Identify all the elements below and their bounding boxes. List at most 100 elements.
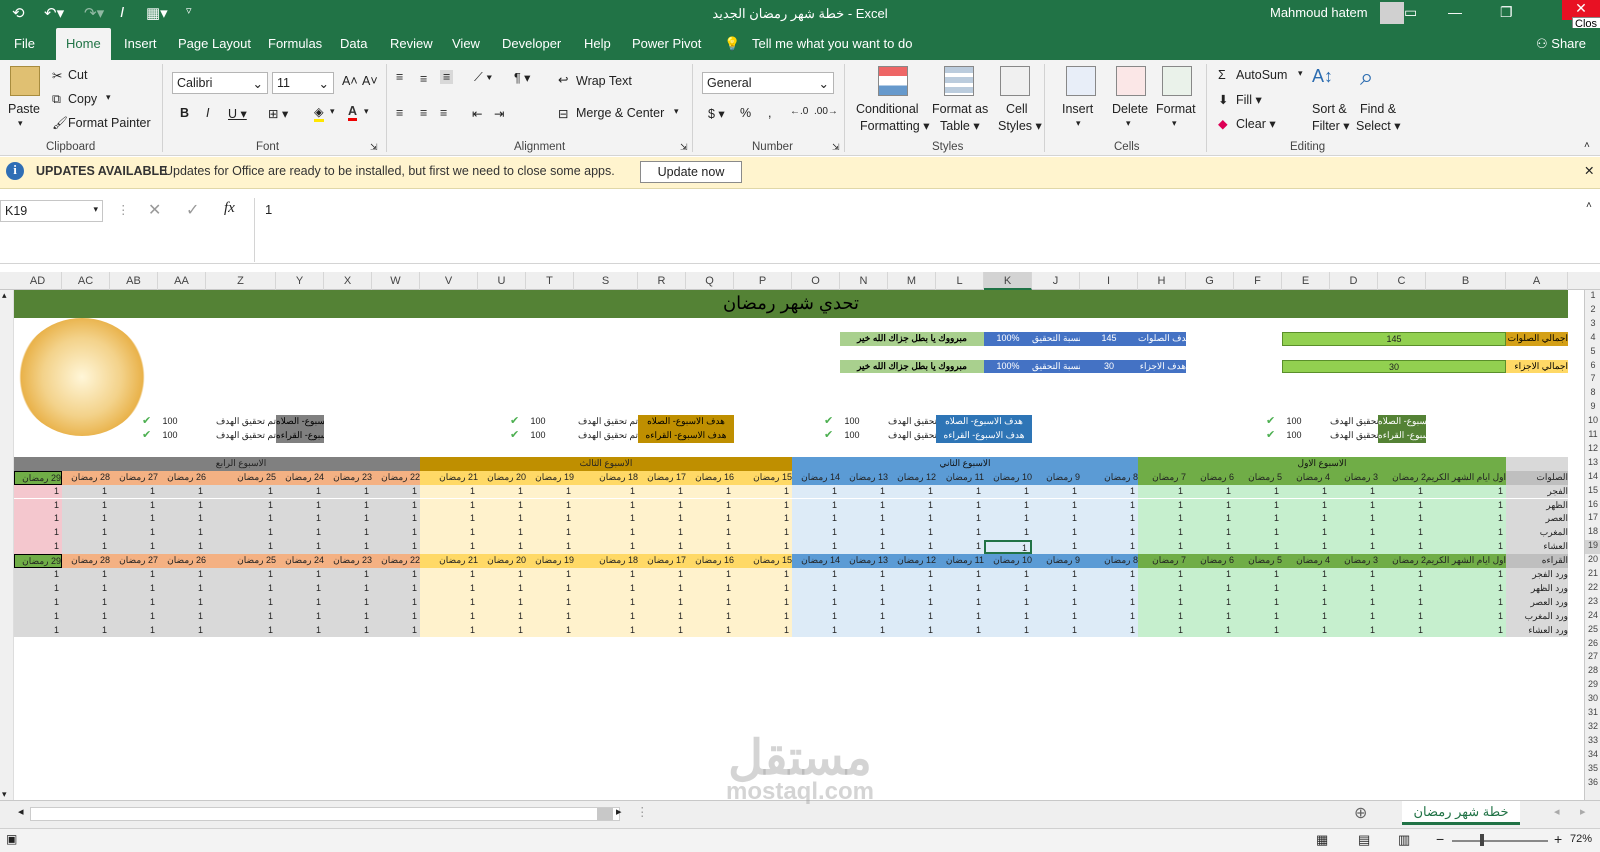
tracker-cell[interactable]: 1	[420, 623, 478, 638]
tracker-cell[interactable]: 1	[734, 568, 792, 582]
achieved-value[interactable]: 100	[526, 415, 550, 429]
merge-center-button[interactable]: Merge & Center	[576, 106, 664, 120]
tracker-cell[interactable]: 1	[638, 623, 686, 638]
worksheet-grid[interactable]: تحدي شهر رمضان اجمالي الصلوات 145 اجمالي ال…	[14, 290, 1584, 800]
tracker-cell[interactable]: 1	[1234, 568, 1282, 582]
day-header[interactable]: 18 رمضان	[574, 554, 638, 568]
tracker-cell[interactable]: 1	[686, 581, 734, 596]
tracker-cell[interactable]: 1	[372, 568, 420, 582]
tracker-cell[interactable]: 1	[1138, 540, 1186, 555]
increase-decimal-icon[interactable]: ←.0	[790, 106, 808, 117]
achieved-value[interactable]: 100	[840, 415, 864, 429]
tracker-cell[interactable]: 1	[206, 609, 276, 624]
tracker-cell[interactable]: 1	[14, 623, 62, 638]
column-header-v[interactable]: V	[420, 272, 478, 290]
insert-dropdown-icon[interactable]: ▾	[1076, 118, 1081, 129]
tracker-cell[interactable]: 1	[526, 595, 574, 610]
scroll-left-icon[interactable]: ◂	[18, 805, 24, 818]
tracker-cell[interactable]: 1	[840, 512, 888, 527]
column-header-a[interactable]: A	[1506, 272, 1568, 290]
section-header[interactable]: القراءه	[1506, 554, 1568, 568]
tracker-cell[interactable]: 1	[686, 498, 734, 513]
update-now-button[interactable]: Update now	[640, 161, 742, 183]
tracker-cell[interactable]: 1	[62, 540, 110, 555]
tracker-cell[interactable]: 1	[1234, 581, 1282, 596]
copy-button[interactable]: Copy	[68, 92, 97, 106]
column-header-x[interactable]: X	[324, 272, 372, 290]
tracker-cell[interactable]: 1	[1032, 568, 1080, 582]
column-header-g[interactable]: G	[1186, 272, 1234, 290]
row-header-16[interactable]: 16	[1585, 499, 1600, 513]
share-button[interactable]: ⚇ Share	[1536, 36, 1586, 52]
tracker-cell[interactable]: 1	[1282, 581, 1330, 596]
zoom-out-icon[interactable]: −	[1436, 831, 1444, 847]
tracker-cell[interactable]: 1	[1426, 581, 1506, 596]
tracker-cell[interactable]: 1	[1032, 609, 1080, 624]
format-as-table-label1[interactable]: Format as	[932, 102, 988, 116]
achieved-label[interactable]: تم تحقيق الهدف	[574, 429, 638, 443]
tabs-splitter-icon[interactable]: ⋮	[636, 804, 649, 819]
tracker-cell[interactable]: 1	[14, 568, 62, 582]
active-cell[interactable]: 1	[984, 540, 1032, 555]
tracker-cell[interactable]: 1	[276, 512, 324, 527]
tracker-cell[interactable]: 1	[1186, 609, 1234, 624]
column-header-ad[interactable]: AD	[14, 272, 62, 290]
tracker-cell[interactable]: 1	[1378, 526, 1426, 541]
tracker-cell[interactable]: 1	[1138, 484, 1186, 499]
tracker-cell[interactable]: 1	[792, 609, 840, 624]
tracker-cell[interactable]: 1	[686, 526, 734, 541]
tab-file[interactable]: File	[14, 36, 35, 51]
tracker-cell[interactable]: 1	[1282, 512, 1330, 527]
scroll-down-icon[interactable]: ▾	[2, 789, 7, 800]
achieved-label[interactable]: تم تحقيق الهدف	[206, 429, 276, 443]
tracker-cell[interactable]: 1	[206, 484, 276, 499]
tracker-cell[interactable]: 1	[888, 595, 936, 610]
row-label[interactable]: الفجر	[1506, 484, 1568, 499]
tracker-cell[interactable]: 1	[62, 581, 110, 596]
zoom-slider[interactable]	[1452, 840, 1548, 842]
day-header[interactable]: 25 رمضان	[206, 470, 276, 485]
tracker-cell[interactable]: 1	[1032, 623, 1080, 638]
week-header[interactable]: الاسبوع الرابع	[62, 456, 420, 471]
tracker-cell[interactable]: 1	[206, 595, 276, 610]
tracker-cell[interactable]: 1	[686, 568, 734, 582]
blank-cell[interactable]	[1506, 456, 1568, 471]
tracker-cell[interactable]: 1	[1138, 609, 1186, 624]
orientation-icon[interactable]: ⟋ ▾	[474, 70, 492, 85]
vertical-scrollbar[interactable]: ▴ ▾	[0, 290, 14, 800]
conditional-formatting-label1[interactable]: Conditional	[856, 102, 919, 116]
achieved-value[interactable]: 100	[526, 429, 550, 443]
decrease-font-icon[interactable]: A˅	[362, 74, 378, 88]
total-prayers-value[interactable]: 145	[1282, 331, 1506, 346]
tracker-cell[interactable]: 1	[1378, 540, 1426, 555]
tracker-cell[interactable]: 1	[62, 498, 110, 513]
achieved-value[interactable]: 100	[158, 415, 182, 429]
day-header[interactable]: 11 رمضان	[936, 470, 984, 485]
decrease-decimal-icon[interactable]: .00→	[814, 106, 838, 117]
day-header[interactable]: 19 رمضان	[526, 470, 574, 485]
conditional-formatting-button[interactable]: Formatting ▾	[860, 118, 930, 133]
day-header[interactable]: 7 رمضان	[1138, 470, 1186, 485]
congrats-message[interactable]: مبرووك يا بطل جزاك الله خير	[840, 359, 984, 374]
column-header-ab[interactable]: AB	[110, 272, 158, 290]
tab-review[interactable]: Review	[390, 36, 433, 51]
day-header[interactable]: 17 رمضان	[638, 554, 686, 568]
day-header[interactable]: 6 رمضان	[1186, 470, 1234, 485]
tracker-cell[interactable]: 1	[734, 498, 792, 513]
tracker-cell[interactable]: 1	[1330, 568, 1378, 582]
fill-button[interactable]: Fill ▾	[1236, 92, 1262, 107]
tracker-cell[interactable]: 1	[14, 581, 62, 596]
tracker-cell[interactable]: 1	[1138, 623, 1186, 638]
tracker-cell[interactable]: 1	[1080, 512, 1138, 527]
tracker-cell[interactable]: 1	[1138, 568, 1186, 582]
tracker-cell[interactable]: 1	[372, 498, 420, 513]
tracker-cell[interactable]: 1	[372, 512, 420, 527]
tracker-cell[interactable]: 1	[936, 526, 984, 541]
percent-icon[interactable]: %	[740, 106, 751, 120]
day-header[interactable]: 12 رمضان	[888, 554, 936, 568]
day-header[interactable]: 27 رمضان	[110, 470, 158, 485]
tracker-cell[interactable]: 1	[526, 526, 574, 541]
tracker-cell[interactable]: 1	[1378, 609, 1426, 624]
day-header[interactable]: 5 رمضان	[1234, 554, 1282, 568]
row-header-13[interactable]: 13	[1585, 457, 1600, 471]
